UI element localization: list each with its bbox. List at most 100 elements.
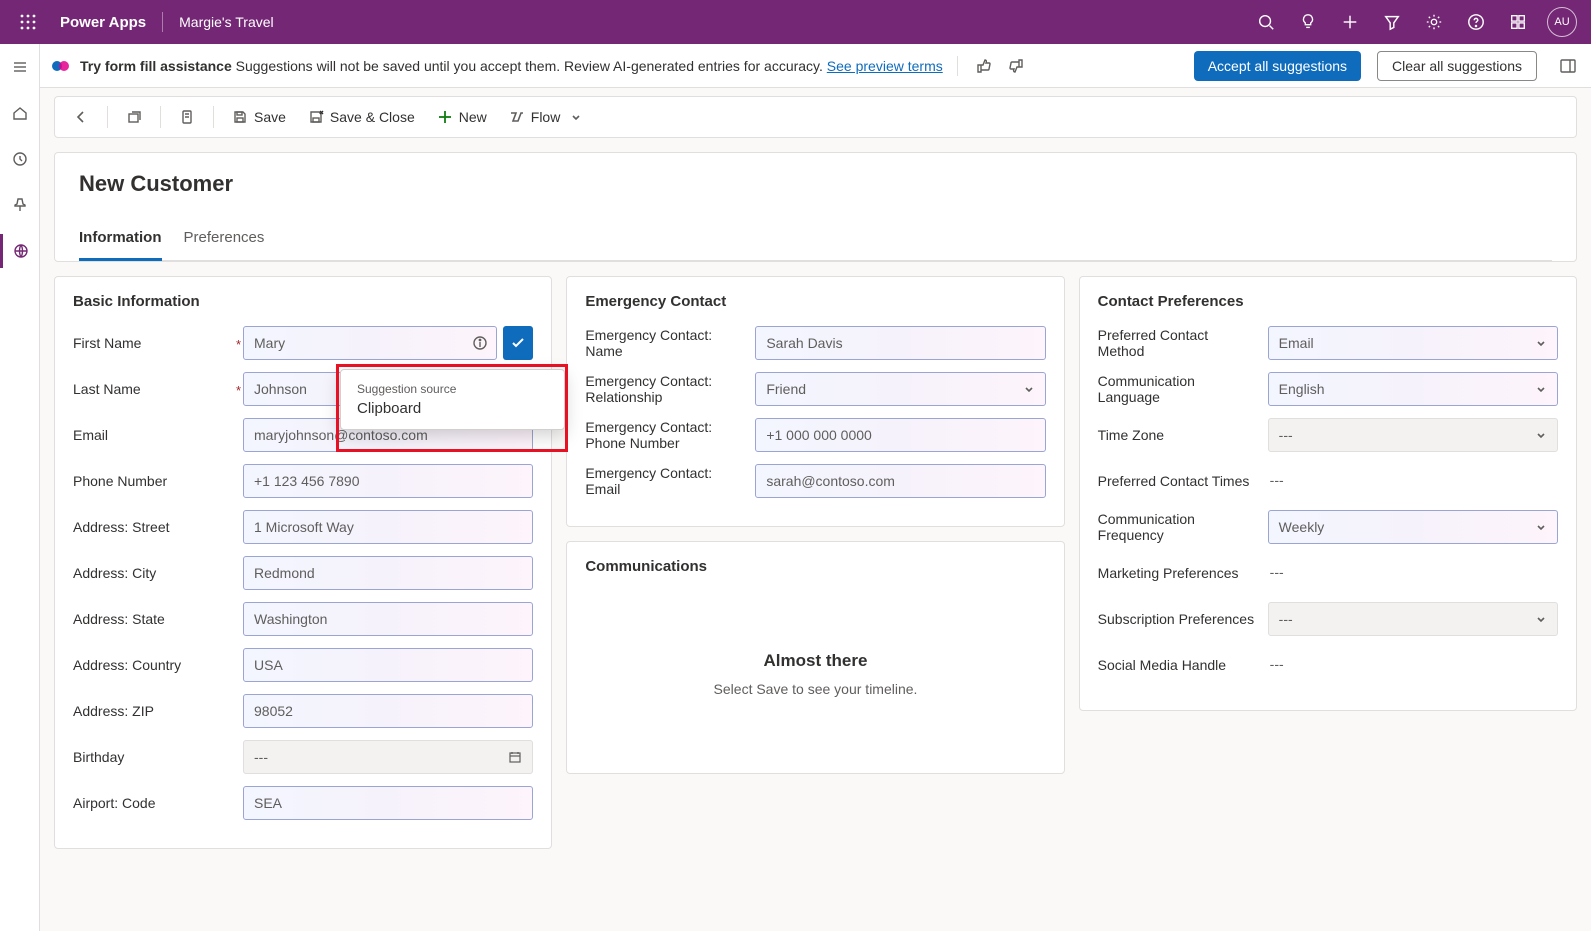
tab-preferences[interactable]: Preferences (184, 221, 265, 260)
popover-value: Clipboard (357, 400, 548, 417)
clear-all-button[interactable]: Clear all suggestions (1377, 51, 1537, 81)
page: Try form fill assistance Suggestions wil… (40, 44, 1591, 931)
pref-tz-select[interactable]: --- (1268, 418, 1558, 452)
save-and-close-button[interactable]: Save & Close (300, 103, 423, 131)
avatar[interactable]: AU (1547, 7, 1577, 37)
pref-times-label: Preferred Contact Times (1098, 473, 1268, 489)
popover-label: Suggestion source (357, 382, 548, 396)
ec-phone-input[interactable]: +1 000 000 0000 (755, 418, 1045, 452)
email-label: Email (73, 427, 243, 443)
pref-social-label: Social Media Handle (1098, 657, 1268, 673)
chevron-down-icon (1535, 337, 1547, 349)
pref-marketing-value[interactable]: --- (1268, 564, 1284, 580)
phone-input[interactable]: +1 123 456 7890 (243, 464, 533, 498)
flow-button[interactable]: Flow (501, 103, 591, 131)
pref-sub-label: Subscription Preferences (1098, 611, 1268, 627)
pref-freq-select[interactable]: Weekly (1268, 510, 1558, 544)
home-icon[interactable] (0, 96, 40, 130)
topbar-divider (162, 12, 163, 32)
accept-all-button[interactable]: Accept all suggestions (1194, 51, 1361, 81)
street-input[interactable]: 1 Microsoft Way (243, 510, 533, 544)
lightbulb-icon[interactable] (1287, 0, 1329, 44)
ec-name-label: Emergency Contact: Name (585, 327, 755, 359)
section-title: Communications (585, 558, 1045, 575)
pref-tz-label: Time Zone (1098, 427, 1268, 443)
banner-text: Try form fill assistance Suggestions wil… (80, 58, 943, 74)
calendar-icon[interactable] (508, 750, 522, 764)
birthday-input[interactable]: --- (243, 740, 533, 774)
ec-rel-label: Emergency Contact: Relationship (585, 373, 755, 405)
back-button[interactable] (65, 103, 97, 131)
pref-lang-select[interactable]: English (1268, 372, 1558, 406)
pref-times-value[interactable]: --- (1268, 472, 1284, 488)
last-name-label: Last Name (73, 381, 243, 397)
ec-email-label: Emergency Contact: Email (585, 465, 755, 497)
save-button[interactable]: Save (224, 103, 294, 131)
chevron-down-icon (1535, 521, 1547, 533)
gear-icon[interactable] (1413, 0, 1455, 44)
hamburger-icon[interactable] (0, 50, 40, 84)
new-button[interactable]: New (429, 103, 495, 131)
plus-icon[interactable] (1329, 0, 1371, 44)
side-panel-toggle-icon[interactable] (1559, 57, 1577, 75)
section-basic-information: Basic Information First Name Mary Last N… (54, 276, 552, 849)
ec-rel-select[interactable]: Friend (755, 372, 1045, 406)
ec-phone-label: Emergency Contact: Phone Number (585, 419, 755, 451)
chevron-down-icon (1023, 383, 1035, 395)
pref-social-value[interactable]: --- (1268, 656, 1284, 672)
section-emergency-contact: Emergency Contact Emergency Contact: Nam… (566, 276, 1064, 527)
ec-name-input[interactable]: Sarah Davis (755, 326, 1045, 360)
chevron-down-icon (1535, 429, 1547, 441)
environment-name[interactable]: Margie's Travel (169, 14, 283, 30)
birthday-label: Birthday (73, 749, 243, 765)
state-input[interactable]: Washington (243, 602, 533, 636)
recent-icon[interactable] (0, 142, 40, 176)
command-bar: Save Save & Close New Flow (54, 96, 1577, 138)
zip-label: Address: ZIP (73, 703, 243, 719)
copilot-icon (50, 55, 72, 77)
state-label: Address: State (73, 611, 243, 627)
help-icon[interactable] (1455, 0, 1497, 44)
waffle-icon[interactable] (6, 0, 50, 44)
preview-terms-link[interactable]: See preview terms (827, 58, 943, 74)
chevron-down-icon (1535, 383, 1547, 395)
form-tabs: Information Preferences (79, 221, 1552, 261)
section-title: Emergency Contact (585, 293, 1045, 310)
search-icon[interactable] (1245, 0, 1287, 44)
section-title: Contact Preferences (1098, 293, 1558, 310)
pref-marketing-label: Marketing Preferences (1098, 565, 1268, 581)
pinned-icon[interactable] (0, 188, 40, 222)
accept-suggestion-button[interactable] (503, 326, 533, 360)
airport-label: Airport: Code (73, 795, 243, 811)
thumbs-down-icon[interactable] (1004, 58, 1028, 74)
first-name-input[interactable]: Mary (243, 326, 497, 360)
country-input[interactable]: USA (243, 648, 533, 682)
pref-method-select[interactable]: Email (1268, 326, 1558, 360)
tab-information[interactable]: Information (79, 221, 162, 261)
info-icon[interactable] (472, 335, 488, 351)
form-header-card: New Customer Information Preferences (54, 152, 1577, 262)
ec-email-input[interactable]: sarah@contoso.com (755, 464, 1045, 498)
section-contact-preferences: Contact Preferences Preferred Contact Me… (1079, 276, 1577, 711)
communications-empty-text: Select Save to see your timeline. (595, 681, 1035, 697)
check-access-button[interactable] (171, 103, 203, 131)
section-title: Basic Information (73, 293, 533, 310)
open-new-window-button[interactable] (118, 103, 150, 131)
section-communications: Communications Almost there Select Save … (566, 541, 1064, 774)
globe-icon[interactable] (0, 234, 40, 268)
zip-input[interactable]: 98052 (243, 694, 533, 728)
filter-icon[interactable] (1371, 0, 1413, 44)
city-label: Address: City (73, 565, 243, 581)
app-top-bar: Power Apps Margie's Travel AU (0, 0, 1591, 44)
thumbs-up-icon[interactable] (972, 58, 996, 74)
form-fill-banner: Try form fill assistance Suggestions wil… (40, 44, 1591, 88)
pref-freq-label: Communication Frequency (1098, 511, 1268, 543)
app-switcher-icon[interactable] (1497, 0, 1539, 44)
city-input[interactable]: Redmond (243, 556, 533, 590)
country-label: Address: Country (73, 657, 243, 673)
airport-input[interactable]: SEA (243, 786, 533, 820)
pref-sub-select[interactable]: --- (1268, 602, 1558, 636)
pref-method-label: Preferred Contact Method (1098, 327, 1268, 359)
pref-lang-label: Communication Language (1098, 373, 1268, 405)
communications-empty-title: Almost there (595, 651, 1035, 671)
